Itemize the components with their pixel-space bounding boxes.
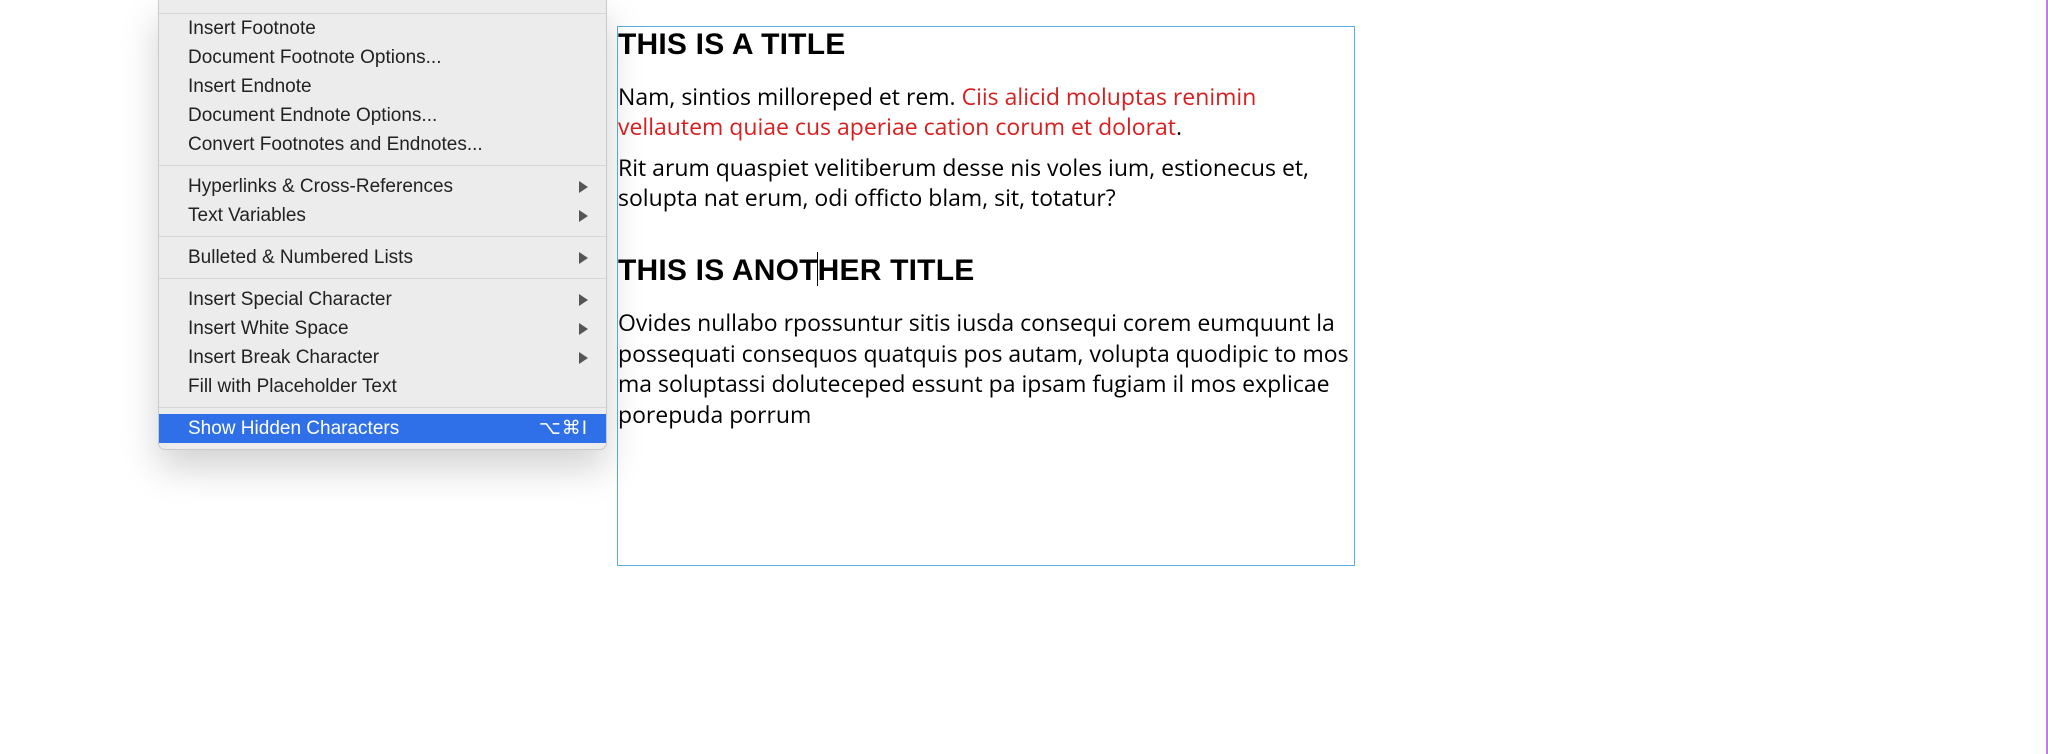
- heading-2-part-b: HER TITLE: [818, 254, 975, 287]
- menu-label: Insert White Space: [188, 318, 569, 340]
- menu-bulleted-numbered-lists[interactable]: Bulleted & Numbered Lists: [159, 243, 606, 272]
- menu-separator: [159, 407, 606, 408]
- menu-label: Bulleted & Numbered Lists: [188, 247, 569, 269]
- menu-label: Convert Footnotes and Endnotes...: [188, 134, 588, 156]
- menu-hyperlinks-cross-references[interactable]: Hyperlinks & Cross-References: [159, 172, 606, 201]
- menu-separator: [159, 165, 606, 166]
- paragraph-2[interactable]: Rit arum quaspiet velitiberum desse nis …: [618, 152, 1354, 213]
- menu-fill-placeholder-text[interactable]: Fill with Placeholder Text: [159, 372, 606, 401]
- menu-label: Document Endnote Options...: [188, 105, 588, 127]
- menu-text-variables[interactable]: Text Variables: [159, 201, 606, 230]
- menu-separator: [159, 278, 606, 279]
- menu-label: Text Variables: [188, 205, 569, 227]
- menu-insert-white-space[interactable]: Insert White Space: [159, 314, 606, 343]
- app-canvas: THIS IS A TITLE Nam, sintios milloreped …: [0, 0, 2048, 754]
- paragraph-1[interactable]: Nam, sintios milloreped et rem. Ciis ali…: [618, 81, 1354, 142]
- chevron-right-icon: [579, 252, 588, 264]
- menu-label: Show Hidden Characters: [188, 418, 539, 440]
- chevron-right-icon: [579, 210, 588, 222]
- paragraph-3[interactable]: Ovides nullabo rpossuntur sitis iusda co…: [618, 307, 1354, 428]
- menu-shortcut: ⌥⌘I: [539, 417, 588, 440]
- menu-separator: [159, 236, 606, 237]
- menu-label: Insert Break Character: [188, 347, 569, 369]
- chevron-right-icon: [579, 323, 588, 335]
- para1-text-c: .: [1176, 110, 1182, 142]
- heading-2[interactable]: THIS IS ANOTHER TITLE: [618, 252, 1354, 289]
- menu-insert-endnote[interactable]: Insert Endnote: [159, 72, 606, 101]
- heading-1[interactable]: THIS IS A TITLE: [618, 27, 1354, 63]
- type-menu-dropdown: Insert Footnote Document Footnote Option…: [158, 0, 607, 450]
- menu-label: Fill with Placeholder Text: [188, 376, 588, 398]
- menu-label: Document Footnote Options...: [188, 47, 588, 69]
- chevron-right-icon: [579, 352, 588, 364]
- menu-document-endnote-options[interactable]: Document Endnote Options...: [159, 101, 606, 130]
- menu-insert-break-character[interactable]: Insert Break Character: [159, 343, 606, 372]
- heading-2-part-a: THIS IS ANOT: [618, 254, 818, 287]
- menu-insert-special-character[interactable]: Insert Special Character: [159, 285, 606, 314]
- menu-scroll-gap: [159, 0, 606, 14]
- para1-text-a: Nam, sintios milloreped et rem.: [618, 80, 962, 112]
- text-frame[interactable]: THIS IS A TITLE Nam, sintios milloreped …: [617, 26, 1355, 566]
- menu-show-hidden-characters[interactable]: Show Hidden Characters ⌥⌘I: [159, 414, 606, 443]
- menu-convert-footnotes-endnotes[interactable]: Convert Footnotes and Endnotes...: [159, 130, 606, 159]
- chevron-right-icon: [579, 181, 588, 193]
- menu-label: Insert Special Character: [188, 289, 569, 311]
- menu-label: Insert Endnote: [188, 76, 588, 98]
- menu-document-footnote-options[interactable]: Document Footnote Options...: [159, 43, 606, 72]
- menu-insert-footnote[interactable]: Insert Footnote: [159, 14, 606, 43]
- chevron-right-icon: [579, 294, 588, 306]
- menu-label: Hyperlinks & Cross-References: [188, 176, 569, 198]
- menu-label: Insert Footnote: [188, 18, 588, 40]
